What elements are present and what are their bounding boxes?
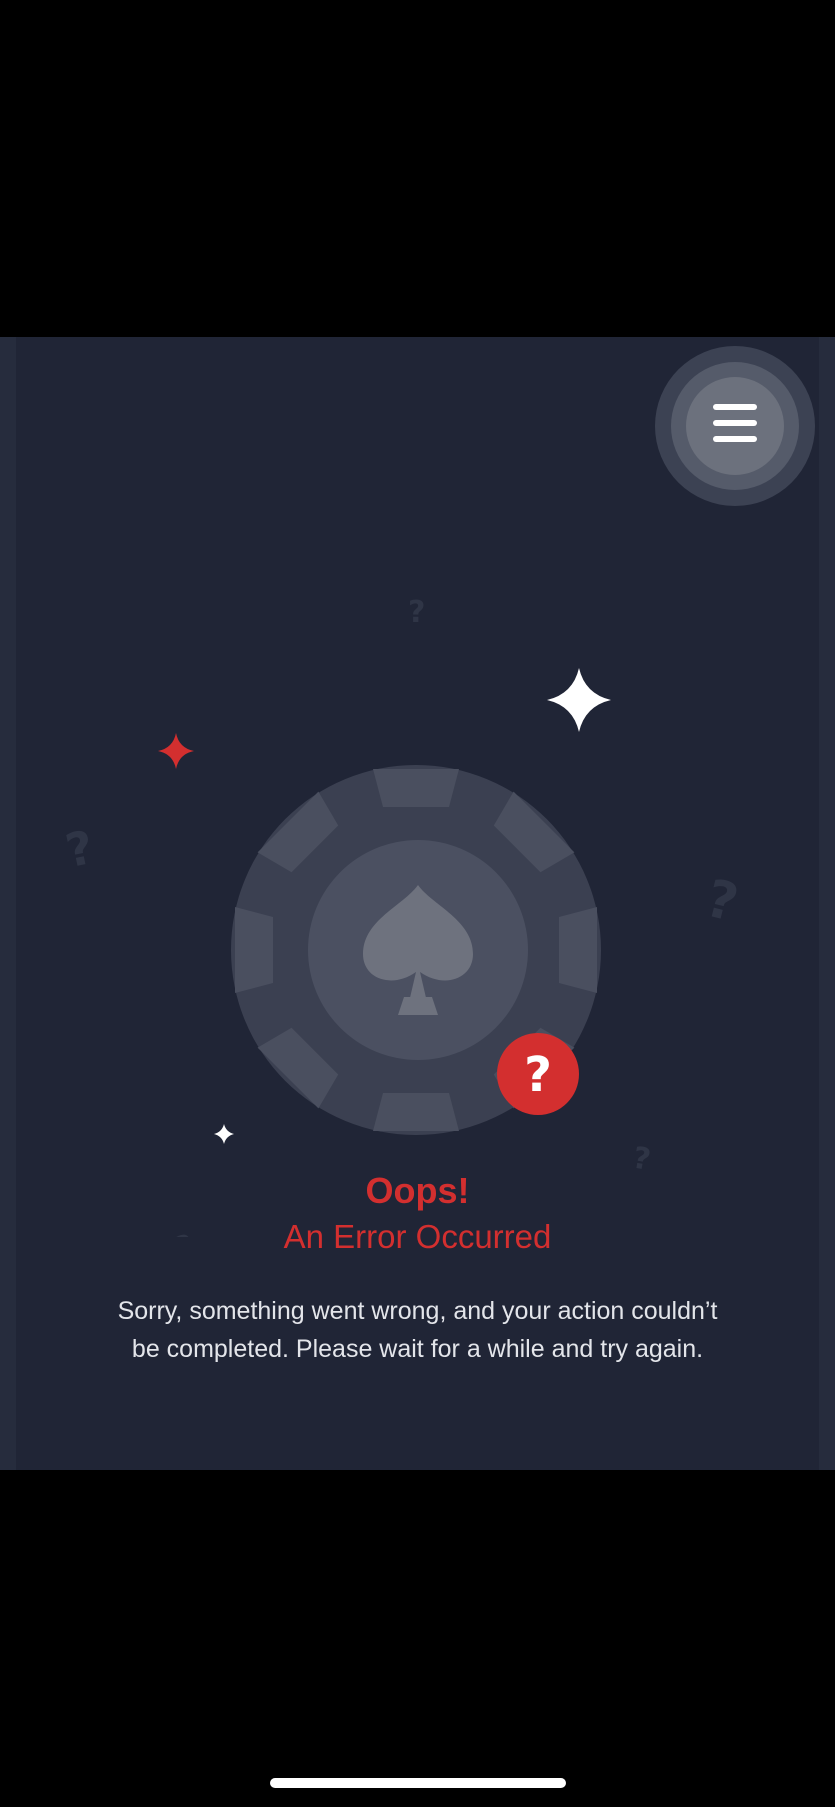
question-mark-icon: ? bbox=[61, 820, 98, 878]
error-subtitle: An Error Occurred bbox=[283, 1218, 552, 1255]
question-mark-icon: ? bbox=[524, 1047, 552, 1103]
sparkle-icon bbox=[158, 733, 194, 769]
question-mark-icon: ? bbox=[408, 595, 425, 630]
error-message: Sorry, something went wrong, and your ac… bbox=[90, 1292, 745, 1368]
sparkle-icon bbox=[547, 668, 611, 732]
device-screen: ? ? ? ? ? Oops! An Error Occurred Sorry,… bbox=[0, 0, 835, 1807]
top-letterbox bbox=[0, 0, 835, 337]
error-page: ? ? ? ? ? Oops! An Error Occurred Sorry,… bbox=[0, 337, 835, 1470]
bottom-letterbox bbox=[0, 1470, 835, 1807]
sparkle-icon bbox=[214, 1124, 234, 1144]
question-badge: ? bbox=[497, 1033, 579, 1115]
error-message-line: be completed. Please wait for a while an… bbox=[131, 1335, 704, 1363]
error-title: Oops! bbox=[365, 1170, 470, 1211]
error-illustration: ? ? ? ? ? bbox=[61, 595, 744, 1237]
question-mark-icon: ? bbox=[700, 869, 744, 935]
error-message-line: Sorry, something went wrong, and your ac… bbox=[117, 1297, 718, 1325]
home-indicator[interactable] bbox=[270, 1778, 566, 1788]
